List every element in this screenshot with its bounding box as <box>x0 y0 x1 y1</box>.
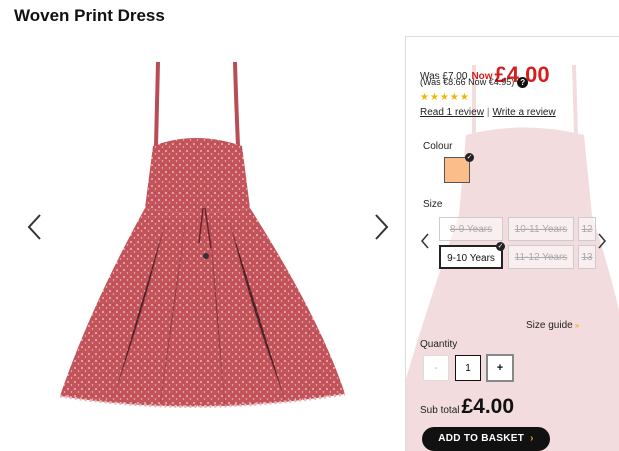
size-next-arrow-icon[interactable] <box>596 232 608 250</box>
size-option[interactable]: 12 <box>578 217 596 241</box>
purchase-panel: Was £7.00 Now£4.00 (Was €8.66 Now €4.95)?… <box>405 36 619 451</box>
size-prev-arrow-icon[interactable] <box>419 232 431 250</box>
colour-label: Colour <box>423 141 453 152</box>
selected-check-icon: ✓ <box>465 153 474 162</box>
euro-price-text: (Was €8.66 Now €4.95) <box>420 77 515 87</box>
size-option[interactable]: 11-12 Years <box>508 245 574 269</box>
size-label: Size <box>423 199 443 210</box>
rating-stars: ★★★★★ <box>420 92 470 103</box>
size-option[interactable]: 13 <box>578 245 596 269</box>
quantity-label: Quantity <box>420 339 458 350</box>
gallery-prev-arrow-icon[interactable] <box>24 212 46 242</box>
product-image <box>59 61 346 409</box>
size-guide-label: Size guide <box>526 320 573 331</box>
add-to-basket-button[interactable]: ADD TO BASKET › <box>422 427 550 451</box>
add-to-basket-label: ADD TO BASKET <box>438 433 525 444</box>
quantity-decrease-button[interactable]: - <box>423 355 449 381</box>
euro-price-note: (Was €8.66 Now €4.95)? <box>420 77 529 89</box>
subtotal-label: Sub total <box>420 405 460 416</box>
review-separator: | <box>486 107 490 118</box>
quantity-input[interactable] <box>455 355 481 381</box>
read-review-link[interactable]: Read 1 review <box>420 107 484 118</box>
review-links: Read 1 review | Write a review <box>420 107 556 118</box>
size-guide-link[interactable]: Size guide» <box>526 320 579 331</box>
page-title: Woven Print Dress <box>14 6 165 25</box>
subtotal: Sub total£4.00 <box>420 395 514 419</box>
size-option-selected[interactable]: 9-10 Years ✓ <box>439 242 505 269</box>
help-icon[interactable]: ? <box>517 77 529 89</box>
subtotal-amount: £4.00 <box>461 395 515 418</box>
chevron-right-icon: › <box>530 433 534 444</box>
write-review-link[interactable]: Write a review <box>493 107 556 118</box>
colour-swatch[interactable]: ✓ <box>444 153 474 183</box>
size-option-label: 9-10 Years <box>447 253 495 264</box>
selected-check-icon: ✓ <box>496 242 505 251</box>
quantity-increase-button[interactable]: + <box>486 354 514 382</box>
size-option[interactable]: 8-9 Years <box>439 217 503 241</box>
size-option[interactable]: 10-11 Years <box>508 217 574 241</box>
chevron-right-icon: » <box>574 321 580 330</box>
gallery-next-arrow-icon[interactable] <box>370 212 392 242</box>
product-gallery <box>0 40 405 450</box>
